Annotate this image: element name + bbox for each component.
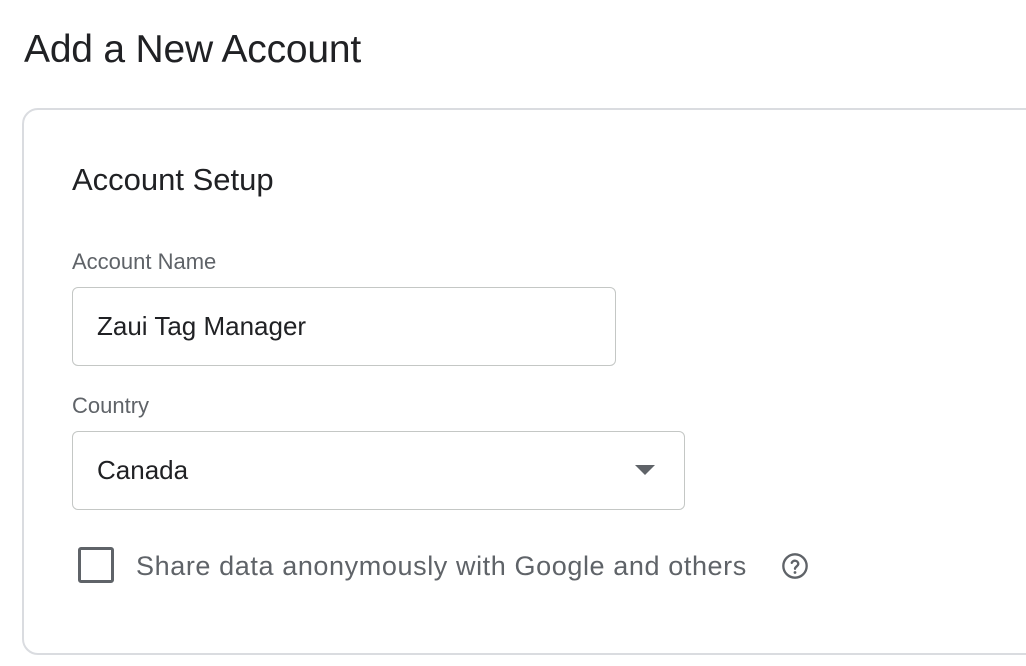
country-label: Country: [72, 393, 150, 418]
country-select[interactable]: Canada: [72, 431, 685, 510]
share-data-checkbox[interactable]: [78, 547, 114, 583]
section-title: Account Setup: [72, 162, 274, 197]
share-data-label[interactable]: Share data anonymously with Google and o…: [136, 549, 747, 583]
country-selected-value: Canada: [97, 455, 189, 485]
page-title: Add a New Account: [24, 28, 361, 71]
help-circle-outline-icon[interactable]: [781, 552, 809, 580]
account-name-input[interactable]: [72, 287, 616, 366]
account-name-label: Account Name: [72, 249, 217, 274]
dropdown-arrow-icon: [635, 465, 655, 475]
page: Add a New Account Account Setup Account …: [0, 0, 1026, 666]
